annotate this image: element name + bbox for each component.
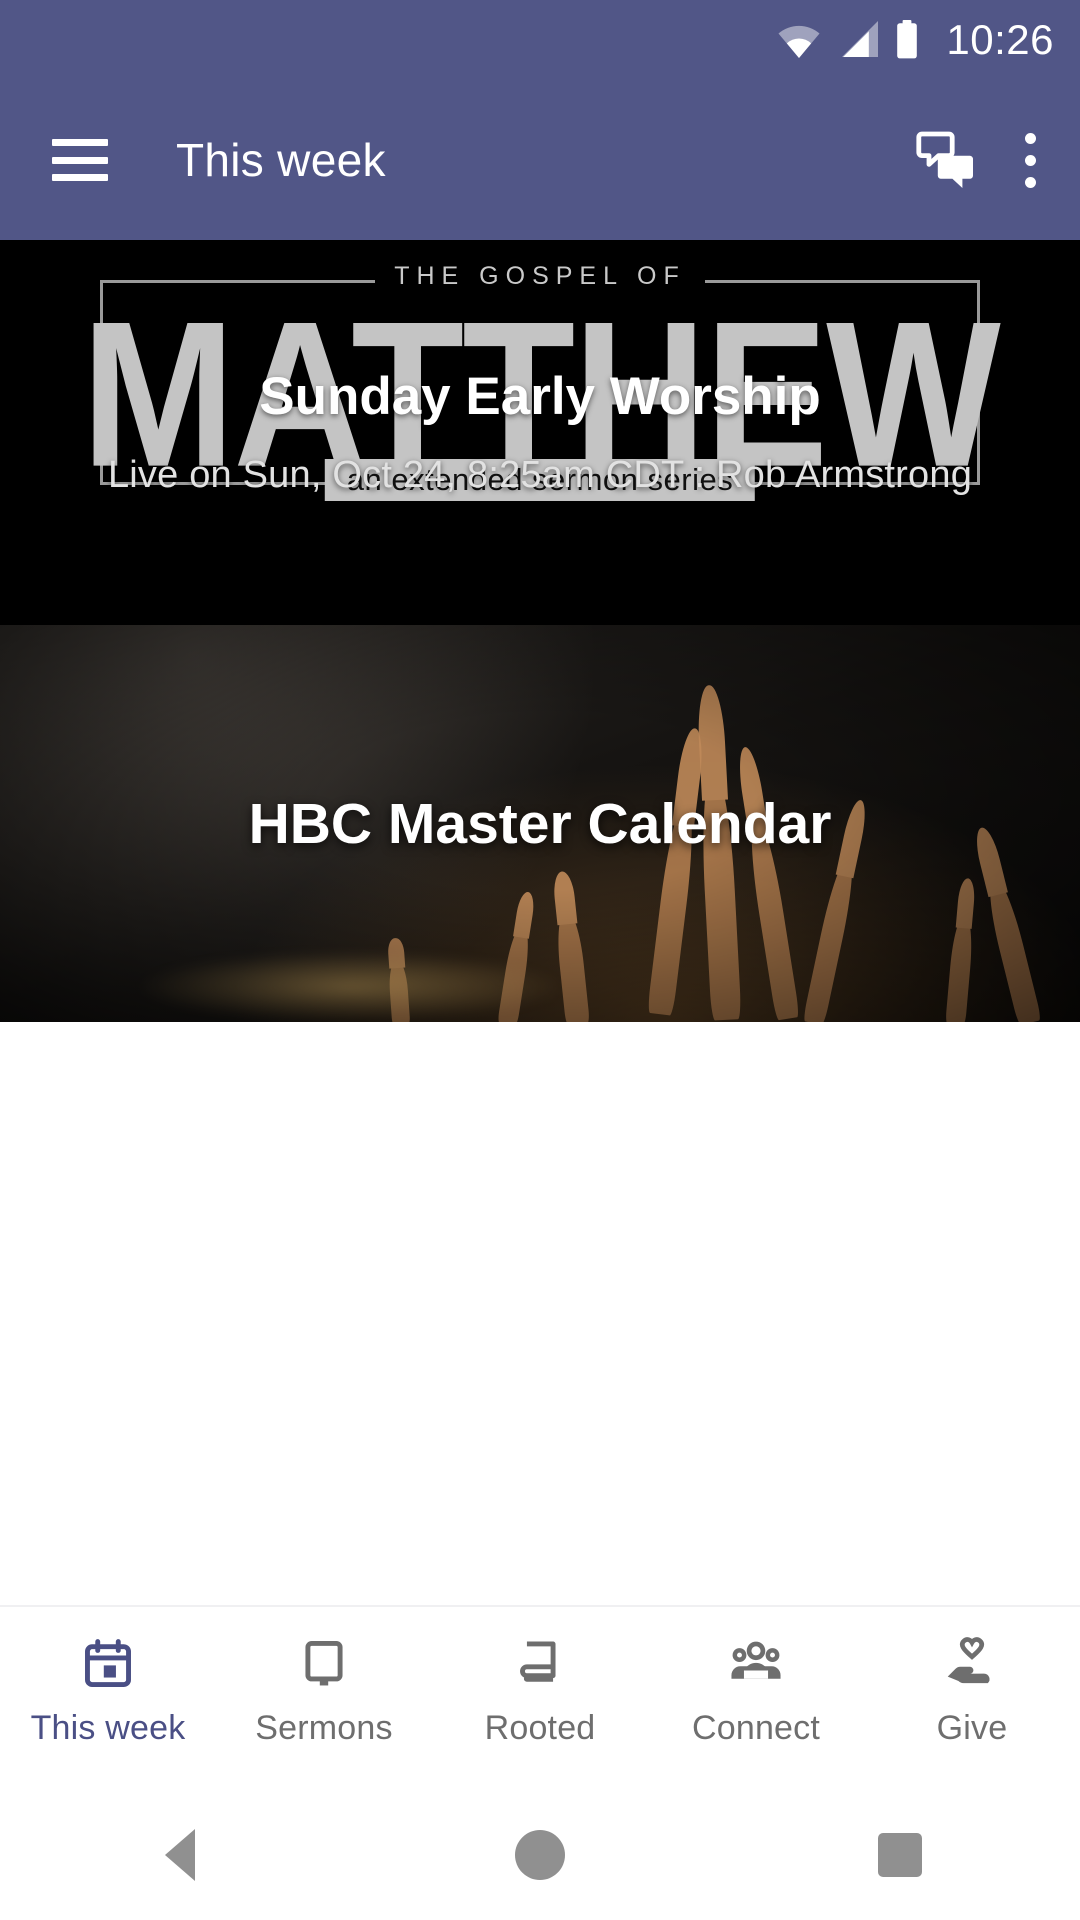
artwork-tagline-anchor: an extended sermon series xyxy=(100,280,980,501)
nav-label: Sermons xyxy=(255,1709,393,1747)
home-circle-icon xyxy=(515,1830,565,1880)
nav-tab-sermons[interactable]: Sermons xyxy=(216,1633,432,1748)
book-icon xyxy=(512,1633,568,1695)
nav-tab-connect[interactable]: Connect xyxy=(648,1633,864,1748)
back-triangle-icon xyxy=(165,1829,195,1881)
battery-icon xyxy=(894,20,920,60)
android-system-nav xyxy=(0,1790,1080,1920)
home-button[interactable] xyxy=(360,1830,720,1880)
hamburger-menu-icon[interactable] xyxy=(52,139,108,181)
calendar-icon xyxy=(80,1633,136,1695)
app-bar: This week xyxy=(0,80,1080,240)
monitor-icon xyxy=(296,1633,352,1695)
status-time: 10:26 xyxy=(946,16,1054,63)
more-vertical-icon[interactable] xyxy=(1024,132,1036,188)
cellular-signal-icon xyxy=(836,21,880,59)
nav-label: Connect xyxy=(691,1709,821,1747)
nav-label: Rooted xyxy=(484,1709,596,1747)
nav-tab-give[interactable]: Give xyxy=(864,1633,1080,1748)
nav-tab-this-week[interactable]: This week xyxy=(0,1633,216,1748)
back-button[interactable] xyxy=(0,1829,360,1881)
feed-card-sunday-early-worship[interactable]: THE GOSPEL OF MATTHEW an extended sermon… xyxy=(0,240,1080,625)
recents-button[interactable] xyxy=(720,1833,1080,1877)
nav-label: Give xyxy=(936,1709,1008,1747)
feed-card-hbc-master-calendar[interactable]: HBC Master Calendar xyxy=(0,625,1080,1022)
page-title: This week xyxy=(176,134,386,186)
sermon-series-artwork: THE GOSPEL OF MATTHEW an extended sermon… xyxy=(0,240,1080,625)
card-title: HBC Master Calendar xyxy=(248,791,832,856)
feed-empty-space xyxy=(0,1022,1080,1605)
nav-tab-rooted[interactable]: Rooted xyxy=(432,1633,648,1748)
status-bar: 10:26 xyxy=(0,0,1080,80)
nav-label: This week xyxy=(30,1709,186,1747)
phone-screen: 10:26 This week THE GOSPEL OF MATTHEW an… xyxy=(0,0,1080,1920)
app-bar-actions xyxy=(916,131,1036,189)
artwork-tagline: an extended sermon series xyxy=(324,459,756,501)
hand-heart-icon xyxy=(944,1633,1000,1695)
chat-bubbles-icon[interactable] xyxy=(916,131,978,189)
content-feed: THE GOSPEL OF MATTHEW an extended sermon… xyxy=(0,240,1080,1605)
wifi-icon xyxy=(776,21,822,59)
recents-square-icon xyxy=(878,1833,922,1877)
people-group-icon xyxy=(727,1633,785,1695)
bottom-navigation: This week Sermons Rooted Connect Give xyxy=(0,1605,1080,1790)
